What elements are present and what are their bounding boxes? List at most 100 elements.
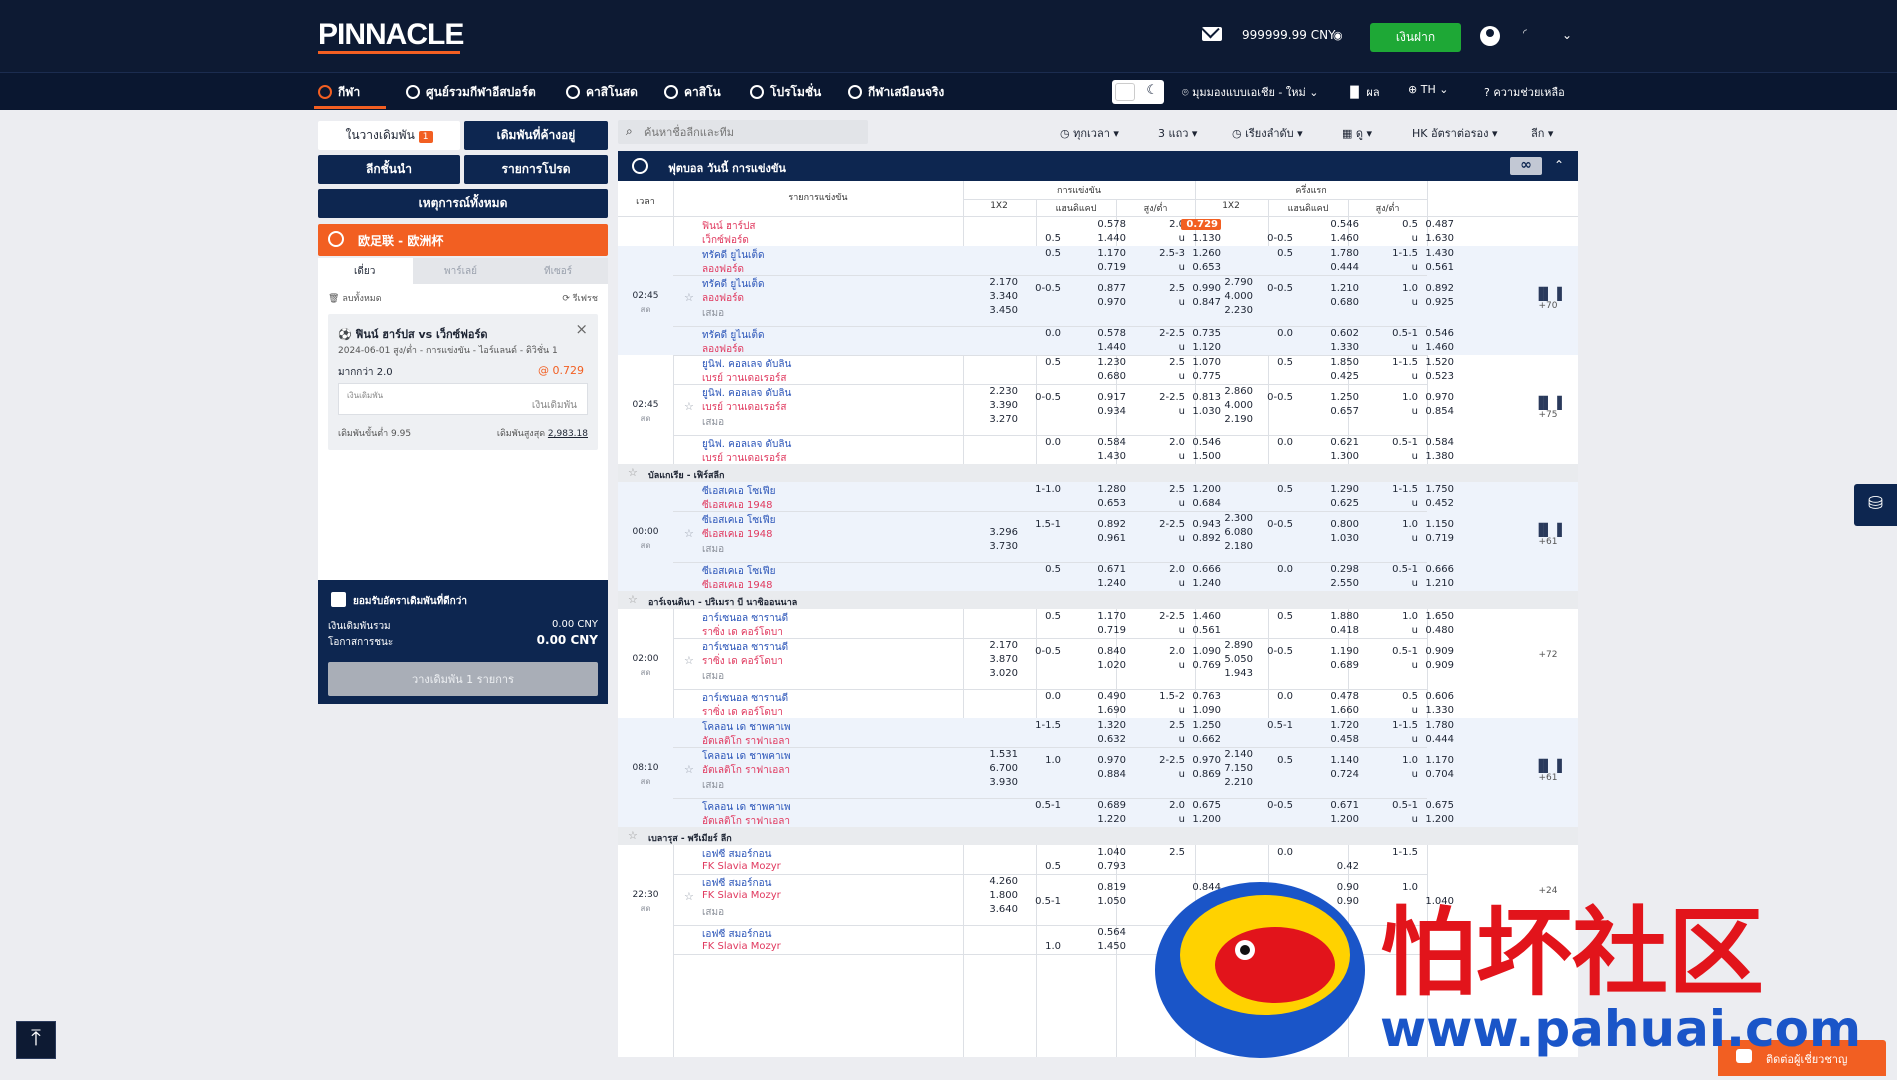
nav-promotions[interactable]: โปรโมชั่น	[750, 83, 821, 102]
hdp-line[interactable]: 0.0	[1021, 691, 1061, 702]
search-input[interactable]	[644, 123, 859, 141]
half-ou-under-label[interactable]: u	[1378, 297, 1418, 308]
half-hdp-line[interactable]: 0.0	[1253, 328, 1293, 339]
slip-tab-parlay[interactable]: พาร์เลย์	[444, 264, 477, 279]
ou-under-label[interactable]: u	[1145, 734, 1185, 745]
away-team[interactable]: ราซิ่ง เด คอร์โดบา	[702, 654, 783, 669]
half-hdp-odds-away[interactable]: 1.030	[1319, 533, 1359, 544]
half-ou-over-odds[interactable]: 0.675	[1414, 800, 1454, 811]
more-markets-button[interactable]: +72	[1528, 650, 1568, 660]
hdp-line[interactable]: 0.5-1	[1021, 800, 1061, 811]
ou-over-odds[interactable]: 0.735	[1181, 328, 1221, 339]
half-hdp-line[interactable]: 0.5	[1253, 357, 1293, 368]
ou-line[interactable]: 2.5	[1145, 484, 1185, 495]
half-ou-under-label[interactable]: u	[1378, 734, 1418, 745]
half-ou-over-odds[interactable]: 0.606	[1414, 691, 1454, 702]
half-ou-under-label[interactable]: u	[1378, 660, 1418, 671]
ou-line[interactable]: 2.0	[1145, 564, 1185, 575]
view-filter[interactable]: ▦ ดู ▾	[1342, 124, 1372, 142]
half-hdp-line[interactable]: 0.0	[1253, 564, 1293, 575]
half-ou-under-label[interactable]: u	[1378, 814, 1418, 825]
half-ou-line[interactable]: 1-1.5	[1378, 847, 1418, 858]
ou-under-odds[interactable]: 1.130	[1181, 233, 1221, 244]
ou-over-odds[interactable]: 1.090	[1181, 646, 1221, 657]
more-markets-button[interactable]: ▐▌▐ +75	[1528, 396, 1568, 420]
half-ou-over-odds[interactable]: 0.970	[1414, 392, 1454, 403]
half-hdp-odds-home[interactable]: 0.298	[1319, 564, 1359, 575]
hdp-odds-away[interactable]: 1.440	[1086, 233, 1126, 244]
away-team[interactable]: ลองฟอร์ด	[702, 291, 744, 306]
hdp-odds-away[interactable]: 0.793	[1086, 861, 1126, 872]
user-icon[interactable]	[1480, 26, 1500, 46]
sort-filter[interactable]: ◷ เรียงลำดับ ▾	[1232, 124, 1303, 142]
league-header[interactable]: ☆ อาร์เจนตินา - ปริเมรา บี นาซิออนนาล	[618, 591, 1578, 609]
hdp-odds-away[interactable]: 1.240	[1086, 578, 1126, 589]
ou-over-odds[interactable]: 1.200	[1181, 484, 1221, 495]
half-ou-over-odds[interactable]: 0.892	[1414, 283, 1454, 294]
home-team[interactable]: ทรัคดี ยูไนเต็ด	[702, 277, 764, 292]
half-ou-line[interactable]: 1-1.5	[1378, 248, 1418, 259]
half-ou-under-label[interactable]: u	[1378, 769, 1418, 780]
ou-under-label[interactable]: u	[1145, 406, 1185, 417]
ou-under-label[interactable]: u	[1145, 660, 1185, 671]
away-team[interactable]: อัตเลติโก ราฟาเอลา	[702, 763, 790, 778]
hdp-odds-home[interactable]: 1.320	[1086, 720, 1126, 731]
region-select[interactable]: ⌾ มุมมองแบบเอเชีย - ใหม่ ⌄	[1182, 83, 1319, 101]
help-link[interactable]: ? ความช่วยเหลือ	[1484, 83, 1565, 101]
half-ou-line[interactable]: 0.5	[1378, 691, 1418, 702]
ou-under-odds[interactable]: 0.847	[1181, 297, 1221, 308]
ou-line[interactable]: 2-2.5	[1145, 392, 1185, 403]
nav-live-casino[interactable]: คาสิโนสด	[566, 83, 638, 102]
away-team[interactable]: FK Slavia Mozyr	[702, 861, 781, 872]
half-ou-line[interactable]: 0.5-1	[1378, 646, 1418, 657]
ou-under-label[interactable]: u	[1145, 578, 1185, 589]
half-hdp-line[interactable]: 0-0.5	[1253, 519, 1293, 530]
ou-under-label[interactable]: u	[1145, 262, 1185, 273]
ou-over-odds[interactable]: 0.943	[1181, 519, 1221, 530]
half-hdp-odds-home[interactable]: 0.546	[1319, 219, 1359, 230]
ou-over-odds[interactable]: 0.763	[1181, 691, 1221, 702]
ou-under-odds[interactable]: 0.775	[1181, 371, 1221, 382]
half-ou-under-odds[interactable]: 1.200	[1414, 814, 1454, 825]
ou-under-odds[interactable]: 0.869	[1181, 769, 1221, 780]
home-team[interactable]: โคลอน เด ชาพคาเพ	[702, 800, 791, 815]
hdp-odds-away[interactable]: 0.653	[1086, 498, 1126, 509]
hdp-odds-home[interactable]: 0.564	[1086, 927, 1126, 938]
half-ou-under-odds[interactable]: 0.444	[1414, 734, 1454, 745]
hdp-odds-away[interactable]: 1.020	[1086, 660, 1126, 671]
hdp-line[interactable]: 0-0.5	[1021, 392, 1061, 403]
ou-under-odds[interactable]: 1.200	[1181, 814, 1221, 825]
ou-under-odds[interactable]: 1.240	[1181, 578, 1221, 589]
half-hdp-odds-home[interactable]: 0.602	[1319, 328, 1359, 339]
half-hdp-odds-home[interactable]: 1.720	[1319, 720, 1359, 731]
league-header[interactable]: ☆ บัลแกเรีย - เฟิร์สลีก	[618, 464, 1578, 482]
ou-line[interactable]: 2.5	[1145, 283, 1185, 294]
ou-under-label[interactable]: u	[1145, 533, 1185, 544]
ou-under-label[interactable]: u	[1145, 769, 1185, 780]
hdp-line[interactable]: 0-0.5	[1021, 283, 1061, 294]
away-team[interactable]: เบรย์ วานเดอเรอร์ส	[702, 371, 786, 386]
deposit-button[interactable]: เงินฝาก	[1370, 23, 1461, 52]
ou-over-odds[interactable]: 1.260	[1181, 248, 1221, 259]
odds-1x2[interactable]: 3.296	[978, 527, 1018, 538]
ou-line[interactable]: 2.5-3	[1145, 248, 1185, 259]
home-team[interactable]: โคลอน เด ชาพคาเพ	[702, 749, 791, 764]
half-hdp-line[interactable]: 0.5	[1253, 248, 1293, 259]
coins-icon[interactable]: ⛁	[1854, 484, 1897, 526]
hdp-line[interactable]: 1.5-1	[1021, 519, 1061, 530]
hdp-odds-away[interactable]: 0.719	[1086, 625, 1126, 636]
odds-1x2[interactable]: 3.640	[978, 904, 1018, 915]
half-ou-over-odds[interactable]: 1.430	[1414, 248, 1454, 259]
half-hdp-odds-away[interactable]: 2.550	[1319, 578, 1359, 589]
half-ou-under-odds[interactable]: 1.460	[1414, 342, 1454, 353]
odds-1x2[interactable]: 3.450	[978, 305, 1018, 316]
hdp-odds-home[interactable]: 0.877	[1086, 283, 1126, 294]
time-filter[interactable]: ◷ ทุกเวลา ▾	[1060, 124, 1119, 142]
hdp-line[interactable]: 0.5	[1021, 611, 1061, 622]
half-ou-line[interactable]: 0.5-1	[1378, 328, 1418, 339]
ou-line[interactable]: 2-2.5	[1145, 328, 1185, 339]
all-events-button[interactable]: เหตุการณ์ทั้งหมด	[318, 189, 608, 218]
hdp-line-away[interactable]: 0.5	[1021, 233, 1061, 244]
ou-line[interactable]: 2.0	[1145, 219, 1185, 230]
language-select[interactable]: ⊕ TH ⌄	[1408, 83, 1448, 96]
